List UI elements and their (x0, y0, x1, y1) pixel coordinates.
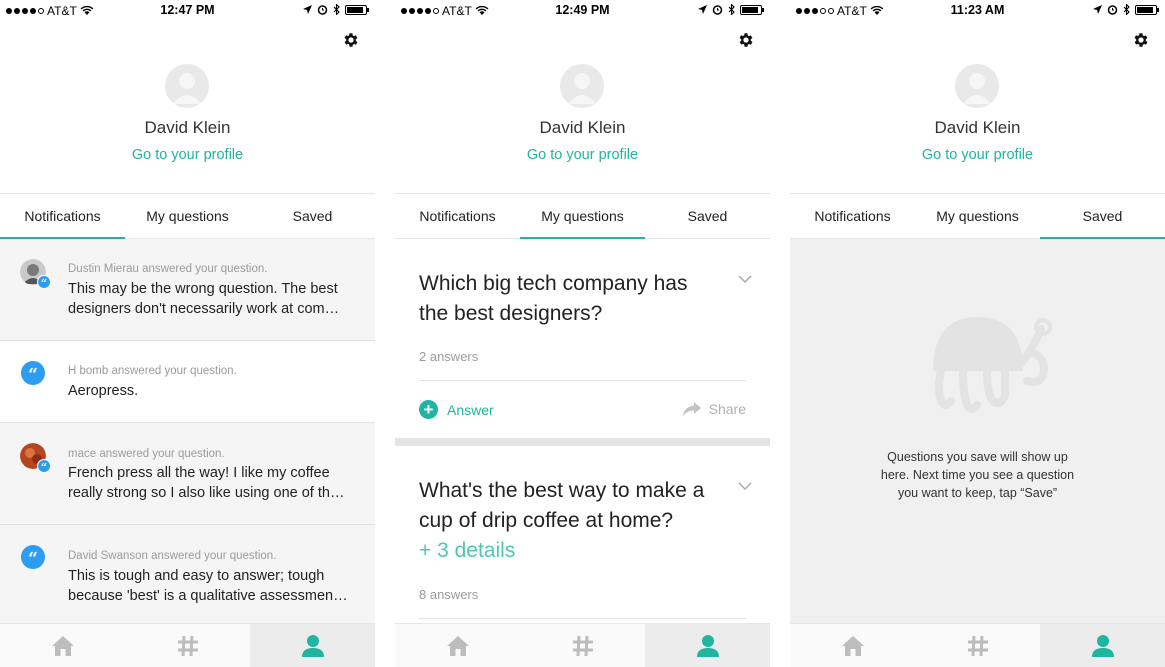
avatar[interactable] (165, 64, 209, 108)
tab-my-questions[interactable]: My questions (125, 194, 250, 238)
notification-text: Aeropress. (68, 383, 139, 399)
avatar[interactable] (560, 64, 604, 108)
answer-button[interactable]: + Answer (419, 400, 494, 419)
quote-badge-icon: “ (37, 459, 51, 474)
person-icon (301, 634, 324, 657)
quote-icon: “ (21, 545, 45, 569)
alarm-icon (1107, 5, 1118, 15)
bottom-nav (395, 623, 770, 667)
gear-icon[interactable] (342, 31, 360, 49)
jellyfish-mascot-icon (933, 317, 1052, 413)
empty-state-message: Questions you save will show up here. Ne… (880, 450, 1075, 500)
nav-home[interactable] (395, 624, 520, 667)
location-icon (303, 4, 312, 14)
person-icon (1091, 634, 1114, 657)
answer-count: 2 answers (419, 349, 479, 364)
home-icon (841, 635, 864, 656)
home-icon (51, 635, 74, 656)
question-card[interactable]: Which big tech company has the best desi… (395, 239, 770, 438)
gear-icon[interactable] (737, 31, 755, 49)
chevron-down-icon[interactable] (738, 275, 752, 284)
list-item[interactable]: “ Dustin Mierau answered your question. … (0, 239, 375, 341)
go-to-profile-link[interactable]: Go to your profile (0, 147, 375, 163)
quote-icon: “ (21, 361, 45, 385)
tab-my-questions[interactable]: My questions (915, 194, 1040, 238)
list-item[interactable]: “ David Swanson answered your question. … (0, 525, 375, 625)
list-item[interactable]: “ mace answered your question. French pr… (0, 423, 375, 525)
bluetooth-icon (333, 4, 340, 15)
nav-home[interactable] (790, 624, 915, 667)
quote-badge-icon: “ (37, 275, 51, 290)
location-icon (698, 4, 707, 14)
status-bar: AT&T 11:23 AM (790, 0, 1165, 20)
tab-bar: Notifications My questions Saved (0, 193, 375, 239)
home-icon (446, 635, 469, 656)
go-to-profile-link[interactable]: Go to your profile (395, 147, 770, 163)
profile-name: David Klein (144, 118, 231, 137)
share-icon (682, 402, 701, 416)
notification-author: H bomb answered your question. (68, 365, 237, 377)
nav-topics[interactable] (915, 624, 1040, 667)
bluetooth-icon (1123, 4, 1130, 15)
nav-home[interactable] (0, 624, 125, 667)
empty-state: Questions you save will show up here. Ne… (790, 239, 1165, 623)
hashtag-icon (967, 635, 988, 656)
status-bar: AT&T 12:49 PM (395, 0, 770, 20)
tab-notifications[interactable]: Notifications (790, 194, 915, 238)
plus-icon: + (419, 400, 438, 419)
question-card[interactable]: What's the best way to make a cup of dri… (395, 446, 770, 623)
answer-count: 8 answers (419, 587, 479, 602)
location-icon (1093, 4, 1102, 14)
battery-icon (740, 4, 764, 15)
divider (419, 618, 746, 619)
bluetooth-icon (728, 4, 735, 15)
hashtag-icon (572, 635, 593, 656)
avatar[interactable] (955, 64, 999, 108)
tab-notifications[interactable]: Notifications (395, 194, 520, 238)
gear-icon[interactable] (1132, 31, 1150, 49)
notification-text: This is tough and easy to answer; tough … (68, 568, 348, 604)
tab-notifications[interactable]: Notifications (0, 194, 125, 239)
notifications-screen: AT&T 12:47 PM David Klein Go to your pro… (0, 0, 375, 667)
hashtag-icon (177, 635, 198, 656)
battery-icon (1135, 4, 1159, 15)
notification-text: This may be the wrong question. The best… (68, 281, 340, 317)
profile-name: David Klein (934, 118, 1021, 137)
notification-text: French press all the way! I like my coff… (68, 465, 345, 501)
notification-author: David Swanson answered your question. (68, 550, 277, 562)
profile-name: David Klein (539, 118, 626, 137)
saved-screen: AT&T 11:23 AM David Klein Go to your pro… (790, 0, 1165, 667)
divider (419, 380, 746, 381)
go-to-profile-link[interactable]: Go to your profile (790, 147, 1165, 163)
notification-author: mace answered your question. (68, 448, 225, 460)
tab-my-questions[interactable]: My questions (520, 194, 645, 239)
alarm-icon (317, 5, 328, 15)
nav-profile[interactable] (645, 624, 770, 667)
tab-saved[interactable]: Saved (645, 194, 770, 238)
my-questions-screen: AT&T 12:49 PM David Klein Go to your pro… (395, 0, 770, 667)
notification-author: Dustin Mierau answered your question. (68, 263, 268, 275)
tab-bar: Notifications My questions Saved (790, 193, 1165, 239)
alarm-icon (712, 5, 723, 15)
tab-saved[interactable]: Saved (1040, 194, 1165, 239)
nav-topics[interactable] (125, 624, 250, 667)
tab-saved[interactable]: Saved (250, 194, 375, 238)
nav-profile[interactable] (1040, 624, 1165, 667)
status-bar: AT&T 12:47 PM (0, 0, 375, 20)
bottom-nav (0, 623, 375, 667)
share-button[interactable]: Share (682, 401, 746, 417)
battery-icon (345, 4, 369, 15)
person-icon (696, 634, 719, 657)
bottom-nav (790, 623, 1165, 667)
nav-topics[interactable] (520, 624, 645, 667)
question-title: What's the best way to make a cup of dri… (419, 479, 705, 532)
chevron-down-icon[interactable] (738, 482, 752, 491)
tab-bar: Notifications My questions Saved (395, 193, 770, 239)
nav-profile[interactable] (250, 624, 375, 667)
details-link[interactable]: + 3 details (419, 539, 515, 563)
card-separator (395, 438, 770, 446)
question-title: Which big tech company has the best desi… (419, 272, 688, 325)
list-item[interactable]: “ H bomb answered your question. Aeropre… (0, 341, 375, 423)
